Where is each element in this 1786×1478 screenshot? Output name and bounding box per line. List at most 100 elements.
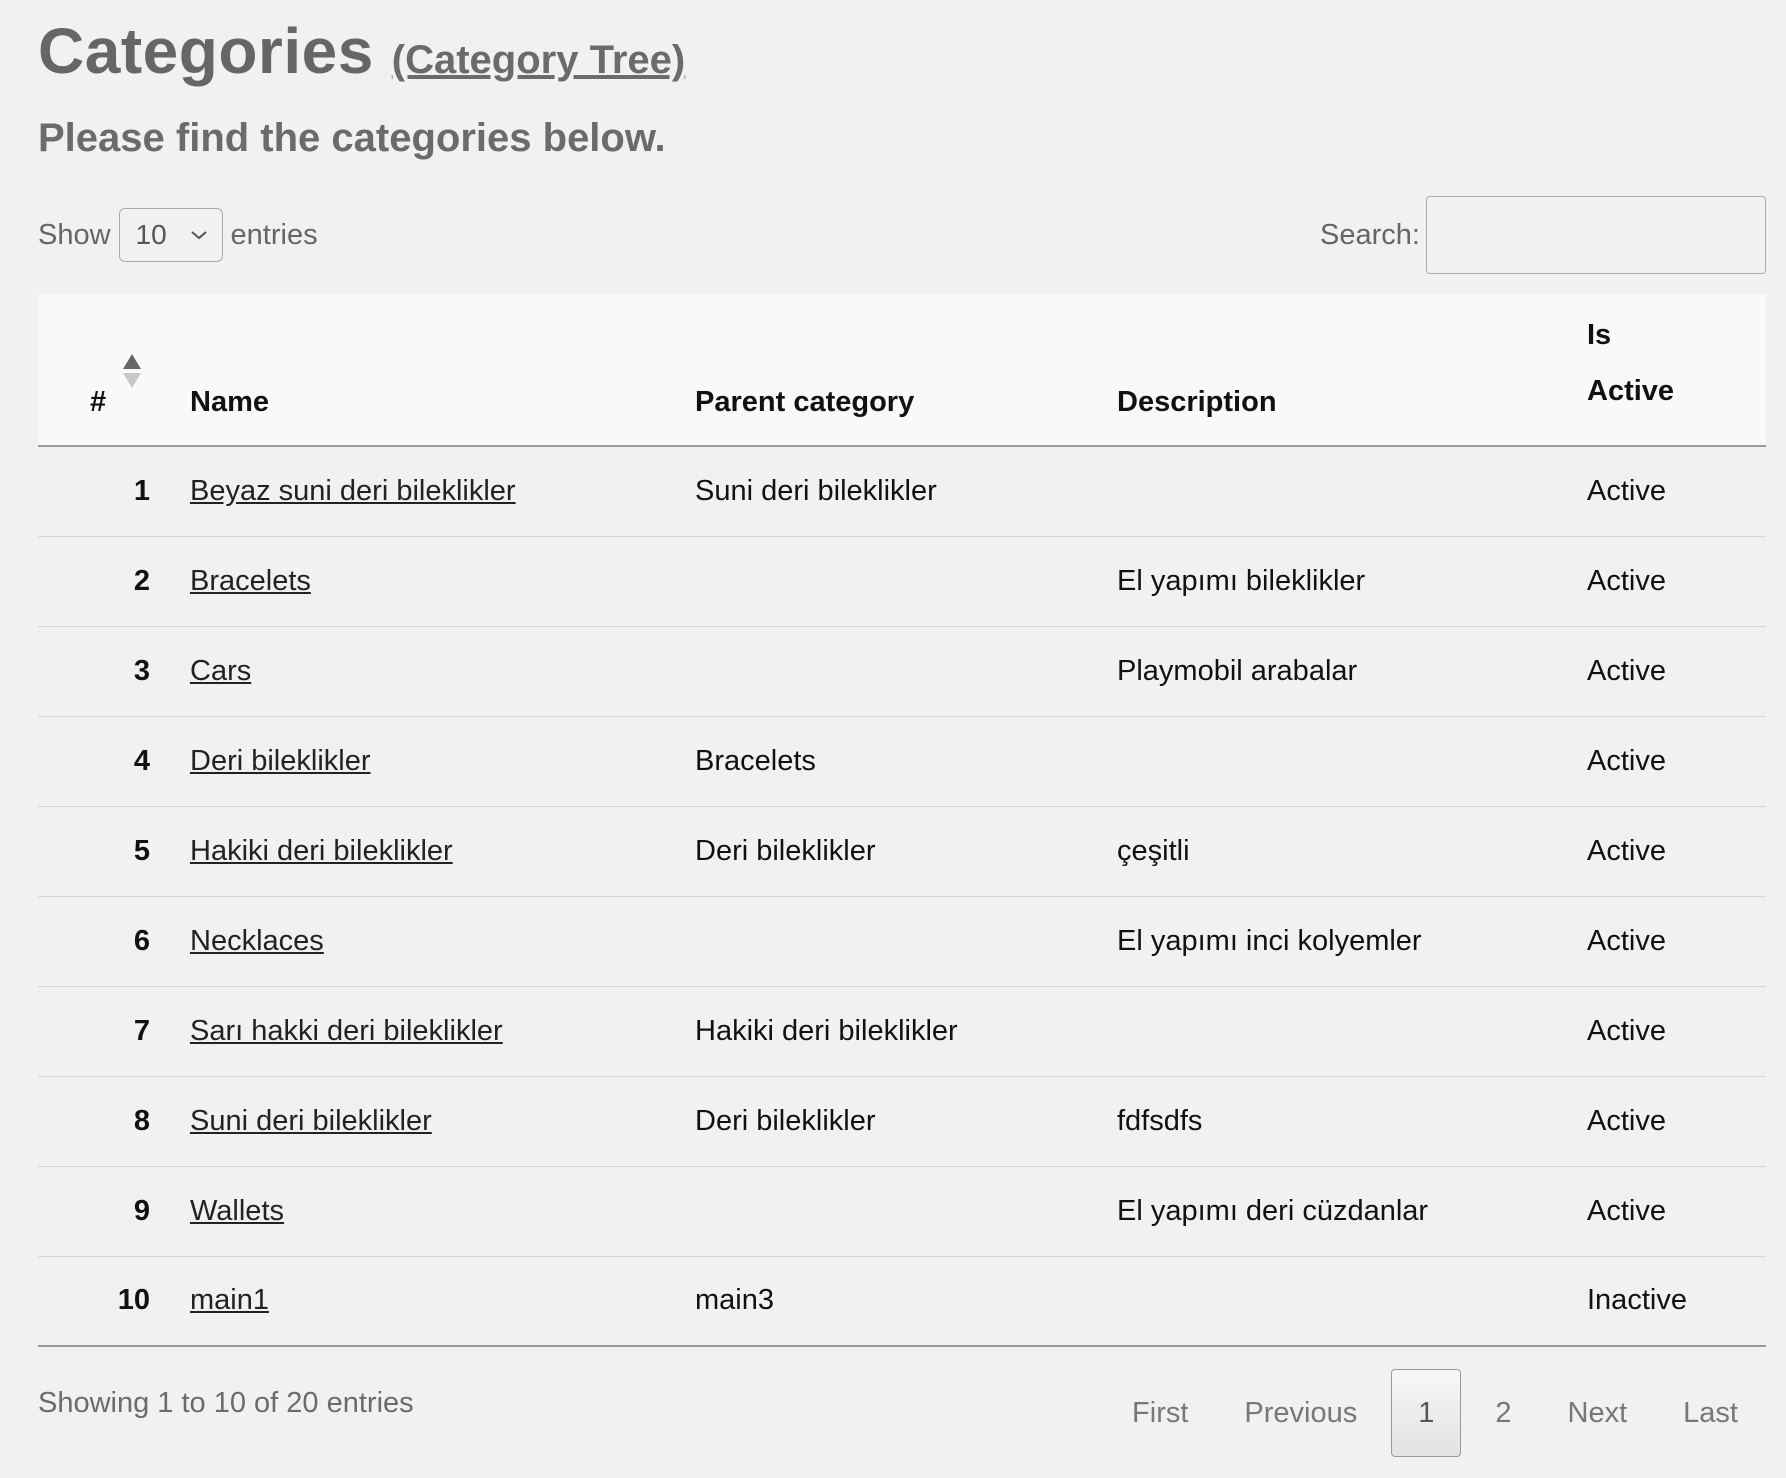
category-name-link[interactable]: Beyaz suni deri bileklikler bbox=[190, 475, 516, 507]
cell-description: Playmobil arabalar bbox=[1117, 654, 1358, 687]
category-name-link[interactable]: Wallets bbox=[190, 1195, 284, 1227]
table-header-row: # Name Parent category Description Is Ac… bbox=[38, 294, 1766, 447]
cell-status: Active bbox=[1587, 1104, 1666, 1137]
column-header-active-line2: Active bbox=[1587, 375, 1675, 407]
sort-ascending-icon bbox=[123, 354, 141, 388]
row-number: 5 bbox=[133, 834, 150, 867]
cell-parent bbox=[695, 626, 1117, 716]
cell-description: fdfsdfs bbox=[1117, 1104, 1203, 1137]
page-length-select[interactable]: 10 bbox=[118, 208, 223, 262]
cell-parent bbox=[695, 1166, 1117, 1256]
column-header-description-label: Description bbox=[1117, 386, 1277, 418]
cell-parent: Bracelets bbox=[695, 744, 816, 777]
category-name-link[interactable]: main1 bbox=[190, 1284, 269, 1316]
category-name-link[interactable]: Sarı hakki deri bileklikler bbox=[190, 1015, 503, 1047]
cell-name: main1 bbox=[190, 1256, 695, 1346]
category-tree-link[interactable]: (Category Tree) bbox=[392, 38, 685, 83]
table-row: 4 Deri bileklikler Bracelets Active bbox=[38, 716, 1766, 806]
table-row: 5 Hakiki deri bileklikler Deri bileklikl… bbox=[38, 806, 1766, 896]
pagination-last[interactable]: Last bbox=[1655, 1370, 1766, 1456]
pagination-next[interactable]: Next bbox=[1540, 1370, 1656, 1456]
cell-status: Active bbox=[1587, 924, 1666, 957]
cell-parent bbox=[695, 896, 1117, 986]
page-subtitle: Please find the categories below. bbox=[38, 116, 666, 160]
page-length-control: Show 10 entries bbox=[38, 208, 318, 262]
cell-description: El yapımı bileklikler bbox=[1117, 564, 1366, 597]
cell-description: çeşitli bbox=[1117, 834, 1190, 867]
search-control: Search: bbox=[1320, 196, 1766, 274]
pagination-page-2[interactable]: 2 bbox=[1467, 1370, 1539, 1456]
row-number: 6 bbox=[133, 924, 150, 957]
row-number: 9 bbox=[133, 1194, 150, 1227]
table-row: 9 Wallets El yapımı deri cüzdanlar Activ… bbox=[38, 1166, 1766, 1256]
pagination-previous[interactable]: Previous bbox=[1216, 1370, 1385, 1456]
cell-parent: Suni deri bileklikler bbox=[695, 474, 937, 507]
pagination: First Previous 1 2 Next Last bbox=[1104, 1369, 1766, 1457]
cell-status: Inactive bbox=[1587, 1284, 1687, 1317]
category-name-link[interactable]: Deri bileklikler bbox=[190, 745, 371, 777]
table-row: 7 Sarı hakki deri bileklikler Hakiki der… bbox=[38, 986, 1766, 1076]
cell-status: Active bbox=[1587, 654, 1666, 687]
cell-name: Wallets bbox=[190, 1166, 695, 1256]
column-header-parent-label: Parent category bbox=[695, 386, 915, 418]
cell-status: Active bbox=[1587, 744, 1666, 777]
table-row: 3 Cars Playmobil arabalar Active bbox=[38, 626, 1766, 716]
row-number: 1 bbox=[133, 474, 150, 507]
category-name-link[interactable]: Hakiki deri bileklikler bbox=[190, 835, 453, 867]
cell-name: Necklaces bbox=[190, 896, 695, 986]
table-row: 1 Beyaz suni deri bileklikler Suni deri … bbox=[38, 446, 1766, 536]
column-header-num-label: # bbox=[90, 386, 107, 418]
pagination-first[interactable]: First bbox=[1104, 1370, 1216, 1456]
column-header-active-line1: Is bbox=[1587, 319, 1612, 351]
row-number: 7 bbox=[133, 1014, 150, 1047]
cell-description bbox=[1117, 986, 1587, 1076]
cell-description bbox=[1117, 1256, 1587, 1346]
cell-parent: main3 bbox=[695, 1284, 774, 1317]
cell-parent: Deri bileklikler bbox=[695, 1104, 876, 1137]
cell-parent: Deri bileklikler bbox=[695, 834, 876, 867]
table-row: 10 main1 main3 Inactive bbox=[38, 1256, 1766, 1346]
row-number: 8 bbox=[133, 1104, 150, 1137]
cell-name: Beyaz suni deri bileklikler bbox=[190, 446, 695, 536]
category-name-link[interactable]: Cars bbox=[190, 655, 251, 687]
page-content: Categories (Category Tree) Please find t… bbox=[38, 0, 1766, 1457]
column-header-active[interactable]: Is Active bbox=[1587, 294, 1766, 447]
search-input[interactable] bbox=[1426, 196, 1766, 274]
cell-parent bbox=[695, 536, 1117, 626]
entries-label: entries bbox=[230, 218, 318, 251]
table-row: 6 Necklaces El yapımı inci kolyemler Act… bbox=[38, 896, 1766, 986]
column-header-num[interactable]: # bbox=[38, 294, 190, 447]
page-title: Categories bbox=[38, 15, 374, 87]
page-length-value: 10 bbox=[135, 219, 167, 250]
cell-status: Active bbox=[1587, 834, 1666, 867]
table-controls: Show 10 entries Search: bbox=[38, 196, 1766, 276]
cell-name: Sarı hakki deri bileklikler bbox=[190, 986, 695, 1076]
table-row: 8 Suni deri bileklikler Deri bileklikler… bbox=[38, 1076, 1766, 1166]
cell-status: Active bbox=[1587, 474, 1666, 507]
search-label: Search: bbox=[1320, 218, 1420, 251]
category-name-link[interactable]: Bracelets bbox=[190, 565, 311, 597]
table-footer: Showing 1 to 10 of 20 entries First Prev… bbox=[38, 1347, 1766, 1457]
column-header-parent[interactable]: Parent category bbox=[695, 294, 1117, 447]
cell-status: Active bbox=[1587, 1194, 1666, 1227]
category-name-link[interactable]: Suni deri bileklikler bbox=[190, 1105, 432, 1137]
heading-row: Categories (Category Tree) bbox=[38, 14, 1766, 87]
categories-table: # Name Parent category Description Is Ac… bbox=[38, 294, 1766, 1347]
cell-status: Active bbox=[1587, 1014, 1666, 1047]
row-number: 3 bbox=[133, 654, 150, 687]
cell-description: El yapımı deri cüzdanlar bbox=[1117, 1194, 1429, 1227]
chevron-down-icon bbox=[190, 231, 207, 240]
show-label: Show bbox=[38, 218, 111, 251]
cell-status: Active bbox=[1587, 564, 1666, 597]
cell-name: Suni deri bileklikler bbox=[190, 1076, 695, 1166]
row-number: 10 bbox=[117, 1284, 150, 1317]
cell-parent: Hakiki deri bileklikler bbox=[695, 1014, 958, 1047]
category-name-link[interactable]: Necklaces bbox=[190, 925, 324, 957]
column-header-name-label: Name bbox=[190, 386, 269, 418]
table-row: 2 Bracelets El yapımı bileklikler Active bbox=[38, 536, 1766, 626]
cell-description: El yapımı inci kolyemler bbox=[1117, 924, 1422, 957]
column-header-description[interactable]: Description bbox=[1117, 294, 1587, 447]
column-header-name[interactable]: Name bbox=[190, 294, 695, 447]
cell-name: Deri bileklikler bbox=[190, 716, 695, 806]
pagination-page-1[interactable]: 1 bbox=[1391, 1369, 1462, 1457]
